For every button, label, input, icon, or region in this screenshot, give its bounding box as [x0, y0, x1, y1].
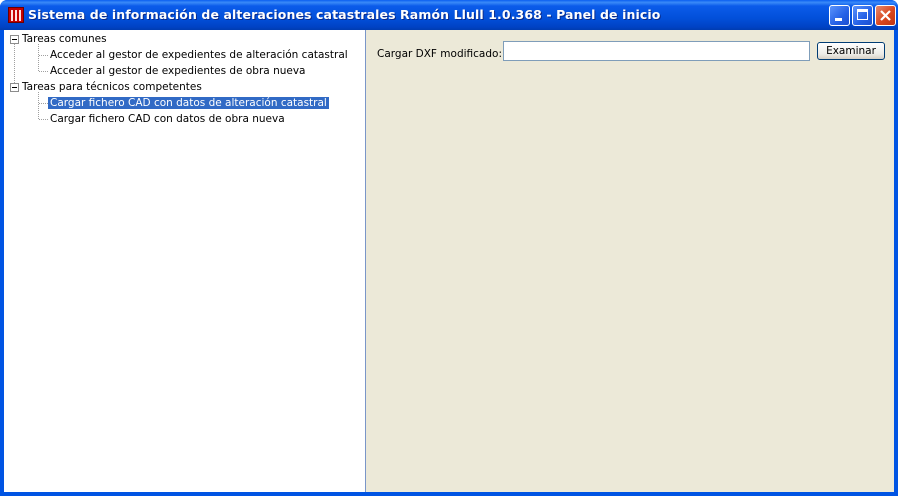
app-logo-icon[interactable] [8, 7, 24, 23]
tree-item-label: Acceder al gestor de expedientes de obra… [50, 65, 306, 77]
tree-item-label: Acceder al gestor de expedientes de alte… [50, 49, 348, 61]
tree-connector [39, 55, 48, 56]
app-window: Sistema de información de alteraciones c… [0, 0, 898, 496]
window-title: Sistema de información de alteraciones c… [28, 7, 661, 22]
collapse-icon[interactable] [10, 83, 19, 92]
tree-connector [39, 71, 48, 72]
dxf-label: Cargar DXF modificado: [377, 48, 502, 60]
tree-item-acceder-obra-nueva[interactable]: Acceder al gestor de expedientes de obra… [50, 63, 305, 79]
tree-group-tareas-comunes[interactable]: Tareas comunes [22, 31, 107, 47]
tree-connector [39, 103, 48, 104]
browse-button[interactable]: Examinar [817, 42, 885, 60]
close-icon [880, 10, 891, 21]
minimize-icon [835, 18, 842, 21]
close-button[interactable] [875, 5, 896, 26]
tree-connector [38, 44, 39, 71]
tree-item-label: Cargar fichero CAD con datos de obra nue… [50, 113, 285, 125]
collapse-icon[interactable] [10, 35, 19, 44]
tree-connector [39, 119, 48, 120]
tree-item-cargar-cad-alteracion[interactable]: Cargar fichero CAD con datos de alteraci… [48, 95, 329, 111]
title-bar[interactable]: Sistema de información de alteraciones c… [0, 0, 898, 30]
tree-group-label: Tareas comunes [22, 33, 107, 45]
maximize-icon [857, 9, 868, 20]
minimize-button[interactable] [829, 5, 850, 26]
client-area: Tareas comunes Acceder al gestor de expe… [4, 30, 894, 492]
tree-group-label: Tareas para técnicos competentes [22, 81, 202, 93]
tree-group-tecnicos[interactable]: Tareas para técnicos competentes [22, 79, 202, 95]
tree-item-cargar-cad-obra-nueva[interactable]: Cargar fichero CAD con datos de obra nue… [50, 111, 285, 127]
tree-item-acceder-alteracion[interactable]: Acceder al gestor de expedientes de alte… [50, 47, 348, 63]
maximize-button[interactable] [852, 5, 873, 26]
tree-connector [14, 44, 15, 87]
tree-item-label: Cargar fichero CAD con datos de alteraci… [48, 97, 329, 109]
task-tree[interactable]: Tareas comunes Acceder al gestor de expe… [4, 30, 366, 492]
tree-connector [38, 92, 39, 119]
dxf-path-input[interactable] [503, 41, 810, 61]
